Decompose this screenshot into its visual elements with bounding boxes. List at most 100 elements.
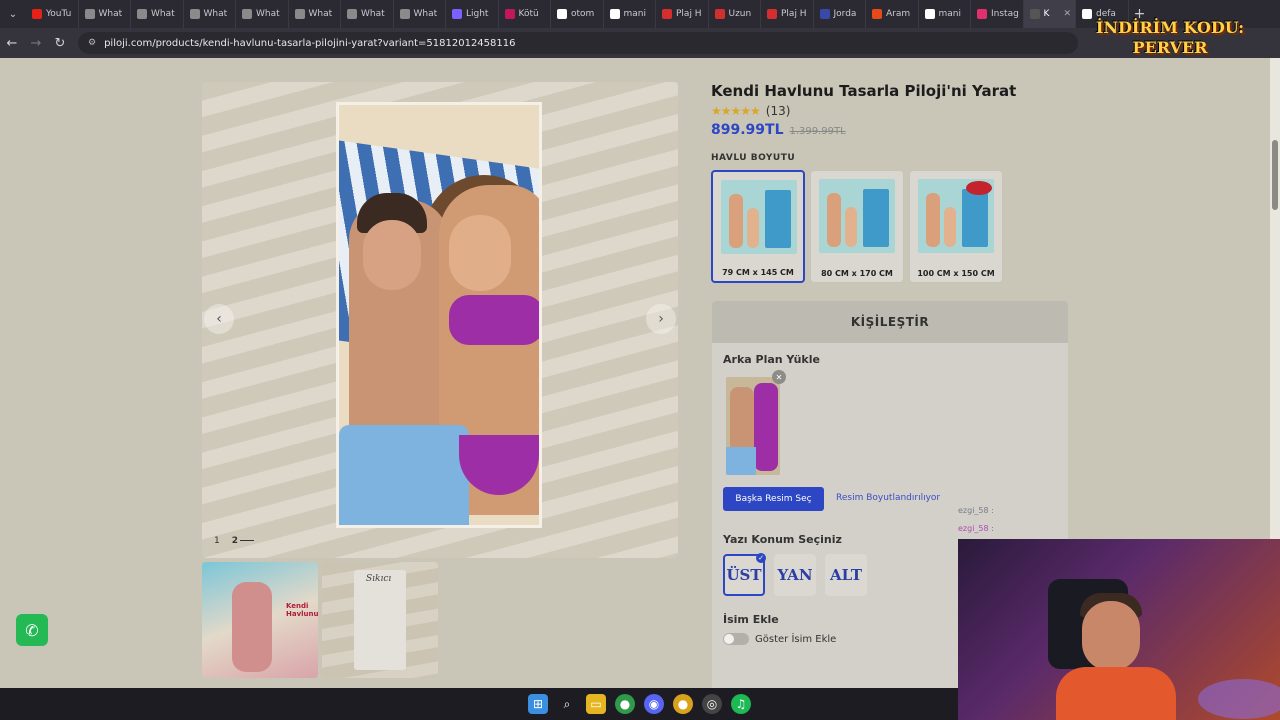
browser-tab[interactable]: What <box>79 0 131 28</box>
tab-favicon-icon <box>977 9 987 19</box>
position-top-option[interactable]: ÜST ✓ <box>723 553 766 596</box>
size-option-80x170[interactable]: 80 CM x 170 CM <box>810 170 904 283</box>
size-illustration <box>721 180 797 254</box>
chrome-icon[interactable]: ● <box>615 694 635 714</box>
close-tab-icon[interactable]: ✕ <box>1063 9 1071 19</box>
tab-favicon-icon <box>84 9 95 19</box>
gallery-prev-button[interactable]: ‹ <box>204 304 234 334</box>
url-field[interactable]: ⚙ piloji.com/products/kendi-havlunu-tasa… <box>78 32 1078 54</box>
gallery-thumbnails: Kendi Havlunu Sıkıcı <box>202 562 438 678</box>
tab-favicon-icon <box>1029 9 1040 19</box>
tab-title: Instag <box>991 9 1019 19</box>
browser-tab[interactable]: What <box>184 0 236 28</box>
tab-favicon-icon <box>924 9 935 19</box>
browser-tab[interactable]: Instag <box>971 0 1024 28</box>
tab-title: What <box>308 9 333 19</box>
tab-title: What <box>203 9 228 19</box>
obs-icon[interactable]: ◎ <box>702 694 722 714</box>
position-bottom-option[interactable]: ALT <box>825 554 867 596</box>
tab-title: mani <box>623 9 647 19</box>
product-rating[interactable]: ★★★★★ (13) <box>711 104 790 118</box>
badge-icon <box>966 181 992 195</box>
browser-tab[interactable]: What <box>341 0 394 28</box>
tab-title: Kötü <box>518 9 539 19</box>
spotify-icon[interactable]: ♫ <box>731 694 751 714</box>
browser-tab[interactable]: mani <box>604 0 656 28</box>
show-name-toggle[interactable] <box>723 633 749 645</box>
browser-tab[interactable]: Kötü <box>499 0 551 28</box>
size-option-label: 100 CM x 150 CM <box>917 269 995 278</box>
tab-favicon-icon <box>399 9 410 19</box>
taskbar: ⊞ ⌕ ▭ ● ◉ ● ◎ ♫ <box>0 688 958 720</box>
choose-image-button[interactable]: Başka Resim Seç <box>723 487 824 511</box>
tab-favicon-icon <box>347 9 357 19</box>
show-name-label: Göster İsim Ekle <box>755 633 837 645</box>
browser-tab[interactable]: Plaj H <box>656 0 709 28</box>
thumbnail-1[interactable]: Kendi Havlunu <box>202 562 318 678</box>
discord-icon[interactable]: ◉ <box>644 694 664 714</box>
gallery-pager: 1 2 <box>214 536 254 546</box>
scrollbar-thumb[interactable] <box>1272 140 1278 210</box>
reload-icon[interactable]: ↻ <box>48 28 72 58</box>
browser-tab[interactable]: Plaj H <box>761 0 814 28</box>
tab-title: Aram <box>886 9 911 19</box>
thumbnail-2-label: Sıkıcı <box>366 574 392 584</box>
browser-tab[interactable]: What <box>289 0 341 28</box>
tab-title: K <box>1043 9 1050 19</box>
show-name-row: Göster İsim Ekle <box>723 633 836 645</box>
tab-title: Jorda <box>833 9 857 19</box>
windows-start-icon[interactable]: ⊞ <box>528 694 548 714</box>
browser-tab[interactable]: K ✕ <box>1023 0 1076 28</box>
product-main-image[interactable] <box>336 102 542 528</box>
browser-tab[interactable]: mani <box>919 0 971 28</box>
stream-promo-overlay: İNDİRİM KODU: PERVER <box>1096 18 1244 58</box>
browser-tab[interactable]: What <box>131 0 184 28</box>
browser-tab[interactable]: YouTu <box>26 0 79 28</box>
file-explorer-icon[interactable]: ▭ <box>586 694 606 714</box>
photo-swimwear <box>449 295 539 345</box>
gallery-next-button[interactable]: › <box>646 304 676 334</box>
remove-image-icon[interactable]: ✕ <box>772 370 786 384</box>
whatsapp-icon[interactable]: ✆ <box>16 614 48 646</box>
text-position-label: Yazı Konum Seçiniz <box>723 533 842 546</box>
search-icon[interactable]: ⌕ <box>557 694 577 714</box>
pager-page-2[interactable]: 2 <box>232 536 254 546</box>
tab-favicon-icon <box>1082 9 1092 19</box>
size-option-label: 80 CM x 170 CM <box>821 269 893 278</box>
tab-title: otom <box>571 9 595 19</box>
browser-tab[interactable]: What <box>394 0 446 28</box>
thumbnail-2[interactable]: Sıkıcı <box>322 562 438 678</box>
tab-title: What <box>98 9 123 19</box>
browser-tab[interactable]: otom <box>551 0 604 28</box>
photo-face <box>363 220 421 290</box>
size-option-100x150[interactable]: 100 CM x 150 CM <box>909 170 1003 283</box>
tab-favicon-icon <box>557 9 567 19</box>
forward-icon[interactable]: → <box>24 28 48 58</box>
back-icon[interactable]: ← <box>0 28 24 58</box>
browser-tab[interactable]: Light <box>446 0 499 28</box>
resize-status-link[interactable]: Resim Boyutlandırılıyor <box>836 493 940 503</box>
tab-favicon-icon <box>32 9 42 19</box>
site-info-icon[interactable]: ⚙ <box>88 38 96 48</box>
tab-search-icon[interactable]: ⌄ <box>0 0 26 28</box>
rating-count: (13) <box>765 104 791 118</box>
tab-favicon-icon <box>714 9 725 19</box>
tab-favicon-icon <box>662 9 672 19</box>
add-name-label: İsim Ekle <box>723 613 779 626</box>
browser-tab[interactable]: Uzun <box>709 0 761 28</box>
position-side-option[interactable]: YAN <box>774 554 816 596</box>
browser-tab[interactable]: What <box>236 0 289 28</box>
tab-favicon-icon <box>504 9 515 19</box>
webcam-head <box>1082 601 1140 671</box>
browser-tab[interactable]: Jorda <box>814 0 866 28</box>
upload-label: Arka Plan Yükle <box>723 353 820 366</box>
tab-title: Light <box>466 9 489 19</box>
uploaded-image-preview <box>726 377 780 475</box>
chrome-icon[interactable]: ● <box>673 694 693 714</box>
size-option-79x145[interactable]: 79 CM x 145 CM <box>711 170 805 283</box>
pager-page-1[interactable]: 1 <box>214 536 220 546</box>
tab-title: Plaj H <box>781 9 807 19</box>
tab-favicon-icon <box>294 9 305 19</box>
tab-title: What <box>413 9 438 19</box>
browser-tab[interactable]: Aram <box>866 0 919 28</box>
